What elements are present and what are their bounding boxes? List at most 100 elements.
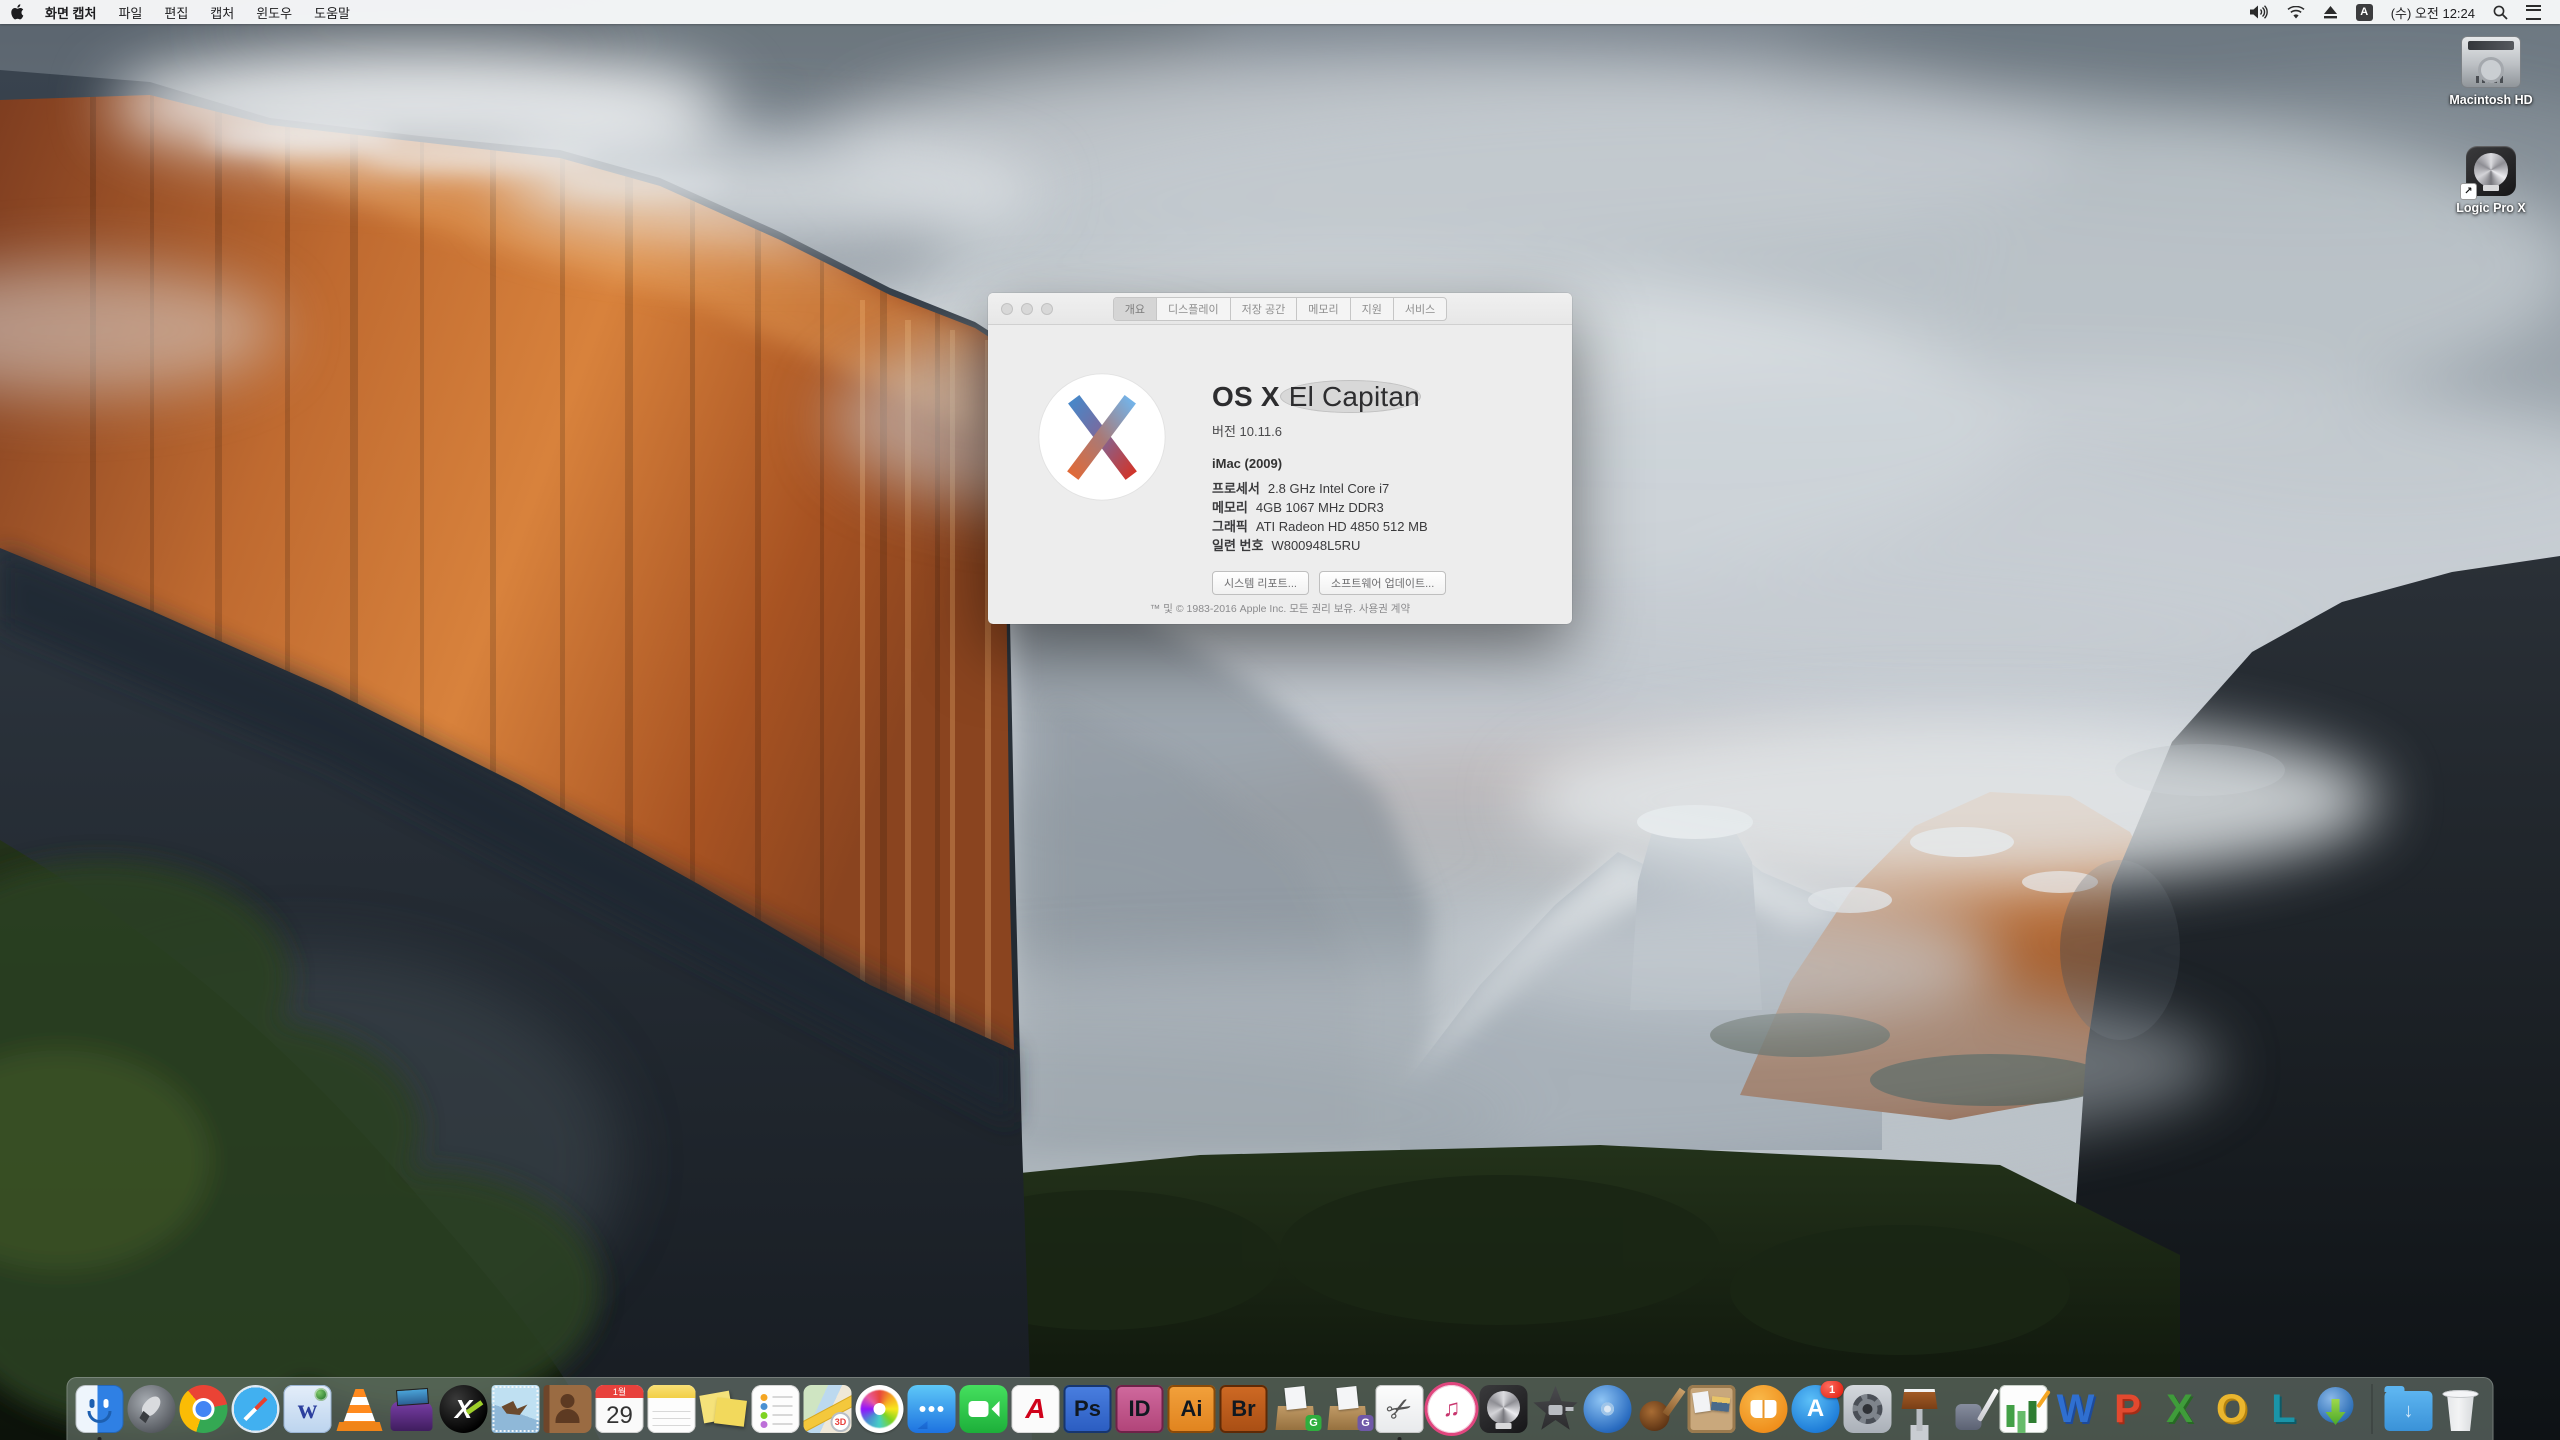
dock-archiver-compress-icon[interactable]: G bbox=[1272, 1385, 1322, 1433]
dock-reminders-icon[interactable] bbox=[751, 1385, 800, 1433]
corner-badge: G bbox=[1357, 1415, 1374, 1431]
close-button[interactable] bbox=[1001, 302, 1013, 315]
dock-stickies-icon[interactable] bbox=[700, 1385, 748, 1433]
dock-mail-icon[interactable] bbox=[491, 1385, 540, 1433]
dock-trash-icon[interactable] bbox=[2437, 1385, 2485, 1433]
spec-label: 일련 번호 bbox=[1212, 538, 1264, 553]
dock-contacts-icon[interactable] bbox=[543, 1385, 592, 1433]
indesign-glyph: ID bbox=[1128, 1396, 1151, 1421]
dock-finder-icon[interactable] bbox=[75, 1385, 124, 1440]
menu-item-파일[interactable]: 파일 bbox=[107, 0, 153, 24]
dock-idvd-icon[interactable] bbox=[1583, 1385, 1632, 1433]
software-update-button[interactable]: 소프트웨어 업데이트... bbox=[1318, 571, 1447, 595]
dock-photos-icon[interactable] bbox=[855, 1385, 904, 1433]
spotlight-icon[interactable] bbox=[2484, 0, 2517, 24]
dock-messages-icon[interactable] bbox=[907, 1385, 956, 1433]
dock-numbers-icon[interactable] bbox=[1999, 1385, 2048, 1433]
dock-archiver-expand-icon[interactable]: G bbox=[1324, 1385, 1374, 1433]
dock-system-preferences-icon[interactable] bbox=[1843, 1385, 1892, 1433]
dock-ms-excel-icon[interactable]: X bbox=[2156, 1385, 2204, 1433]
tab-저장 공간[interactable]: 저장 공간 bbox=[1231, 297, 1298, 320]
dock-bridge-icon[interactable]: Br bbox=[1219, 1385, 1268, 1433]
menu-item-캡처[interactable]: 캡처 bbox=[199, 0, 245, 24]
system-report-button[interactable]: 시스템 리포트... bbox=[1212, 571, 1309, 595]
dock-illustrator-icon[interactable]: Ai bbox=[1167, 1385, 1216, 1433]
wifi-icon[interactable] bbox=[2278, 0, 2314, 24]
apple-logo-icon bbox=[11, 4, 24, 20]
dock-safari-icon[interactable] bbox=[231, 1385, 280, 1433]
tab-메모리[interactable]: 메모리 bbox=[1297, 297, 1351, 320]
zoom-button[interactable] bbox=[1041, 302, 1053, 315]
notification-center-icon[interactable] bbox=[2517, 0, 2550, 24]
dock-notes-icon[interactable] bbox=[647, 1385, 696, 1433]
tab-디스플레이[interactable]: 디스플레이 bbox=[1157, 297, 1231, 320]
clock[interactable]: (수) 오전 12:24 bbox=[2382, 0, 2484, 24]
menu-item-도움말[interactable]: 도움말 bbox=[303, 0, 361, 24]
volume-icon[interactable] bbox=[2241, 0, 2278, 24]
copyright-footer: ™ 및 © 1983-2016 Apple Inc. 모든 권리 보유. 사용권… bbox=[1149, 603, 1411, 615]
minimize-button[interactable] bbox=[1021, 302, 1033, 315]
input-source-menu[interactable]: A bbox=[2347, 0, 2382, 24]
dock-vlc-icon[interactable] bbox=[336, 1385, 384, 1433]
eject-icon[interactable] bbox=[2314, 0, 2347, 24]
apple-menu[interactable] bbox=[0, 0, 34, 24]
dock-itunes-icon[interactable]: ♫ bbox=[1427, 1385, 1476, 1433]
desktop-icon-label: Logic Pro X bbox=[2456, 201, 2526, 215]
w-globe-browser-glyph: w bbox=[297, 1393, 318, 1424]
calendar-month: 1월 bbox=[595, 1385, 644, 1398]
desktop-icon-macintosh-hd[interactable]: Macintosh HD bbox=[2436, 36, 2546, 107]
mac-model: iMac (2009) bbox=[1212, 456, 1283, 471]
ms-lync-glyph: L bbox=[2271, 1386, 2296, 1431]
spec-value: 4GB 1067 MHz DDR3 bbox=[1255, 500, 1384, 515]
menu-item-윈도우[interactable]: 윈도우 bbox=[245, 0, 303, 24]
dock-grab-screen-capture-icon[interactable]: ✂ bbox=[1375, 1385, 1424, 1440]
menu-bar-status: A (수) 오전 12:24 bbox=[2241, 0, 2560, 24]
spec-row: 그래픽 ATI Radeon HD 4850 512 MB bbox=[1212, 517, 1428, 536]
photoshop-glyph: Ps bbox=[1074, 1396, 1101, 1421]
dock-acrobat-icon[interactable]: A bbox=[1011, 1385, 1060, 1433]
dock-x-app-icon[interactable]: X bbox=[439, 1385, 488, 1433]
dock-garageband-icon[interactable] bbox=[1636, 1385, 1684, 1433]
spec-value: W800948L5RU bbox=[1271, 538, 1361, 553]
dock-imovie-icon[interactable] bbox=[1532, 1385, 1580, 1433]
dock-ms-outlook-icon[interactable]: O bbox=[2208, 1385, 2256, 1433]
dock-photoshop-icon[interactable]: Ps bbox=[1063, 1385, 1112, 1433]
dock-downloads-folder-icon[interactable]: ↓ bbox=[2384, 1386, 2433, 1431]
dock-web-downloader-icon[interactable] bbox=[2312, 1385, 2360, 1433]
spec-label: 그래픽 bbox=[1212, 519, 1248, 534]
dock-app-store-icon[interactable]: A1 bbox=[1791, 1381, 1844, 1433]
dock-pages-icon[interactable] bbox=[1948, 1385, 1996, 1433]
music-note-icon: ♫ bbox=[1442, 1395, 1461, 1422]
dock-logic-pro-x-icon[interactable] bbox=[1479, 1385, 1528, 1433]
dock-indesign-icon[interactable]: ID bbox=[1115, 1385, 1164, 1433]
dock-maps-icon[interactable]: 3D bbox=[803, 1385, 852, 1433]
about-this-mac-window[interactable]: 개요 디스플레이 저장 공간 메모리 지원 서비스 OS X El Capita… bbox=[988, 293, 1572, 624]
tab-개요[interactable]: 개요 bbox=[1113, 297, 1158, 320]
window-titlebar[interactable]: 개요 디스플레이 저장 공간 메모리 지원 서비스 bbox=[988, 293, 1572, 325]
logic-pro-icon: ↗ bbox=[2460, 146, 2516, 200]
dock-chrome-icon[interactable] bbox=[179, 1385, 228, 1433]
about-buttons: 시스템 리포트... 소프트웨어 업데이트... bbox=[1212, 571, 1447, 595]
menu-item-편집[interactable]: 편집 bbox=[153, 0, 199, 24]
dock-ibooks-icon[interactable] bbox=[1739, 1385, 1788, 1433]
dock-keynote-icon[interactable] bbox=[1896, 1385, 1944, 1433]
dock-launchpad-icon[interactable] bbox=[127, 1385, 176, 1433]
dock-calendar-icon[interactable]: 1월 29 bbox=[595, 1385, 644, 1433]
dock-ms-lync-icon[interactable]: L bbox=[2260, 1385, 2308, 1433]
clock-text: (수) 오전 12:24 bbox=[2390, 5, 2475, 21]
dock-ms-powerpoint-icon[interactable]: P bbox=[2104, 1385, 2152, 1433]
hardware-specs: 프로세서 2.8 GHz Intel Core i7 메모리 4GB 1067 MHz… bbox=[1212, 479, 1428, 555]
dock-facetime-icon[interactable] bbox=[959, 1385, 1008, 1433]
acrobat-glyph: A bbox=[1025, 1393, 1046, 1424]
tab-지원[interactable]: 지원 bbox=[1351, 297, 1394, 320]
tab-서비스[interactable]: 서비스 bbox=[1394, 298, 1446, 320]
menu-item-app[interactable]: 화면 캡처 bbox=[34, 0, 107, 24]
spec-label: 프로세서 bbox=[1212, 481, 1260, 496]
dock-corkboard-collage-app-icon[interactable] bbox=[1687, 1385, 1736, 1433]
menu-bar: 화면 캡처 파일 편집 캡처 윈도우 도움말 A (수) 오전 12:24 bbox=[0, 0, 2560, 24]
desktop-screen: 화면 캡처 파일 편집 캡처 윈도우 도움말 A (수) 오전 12:24 Ma… bbox=[0, 0, 2560, 1440]
dock-ms-word-icon[interactable]: W bbox=[2052, 1385, 2100, 1433]
desktop-icon-logic-pro-x-alias[interactable]: ↗ Logic Pro X bbox=[2436, 146, 2546, 215]
dock-toast-titanium-icon[interactable] bbox=[388, 1385, 436, 1433]
dock-w-globe-browser-icon[interactable]: w bbox=[283, 1385, 332, 1433]
